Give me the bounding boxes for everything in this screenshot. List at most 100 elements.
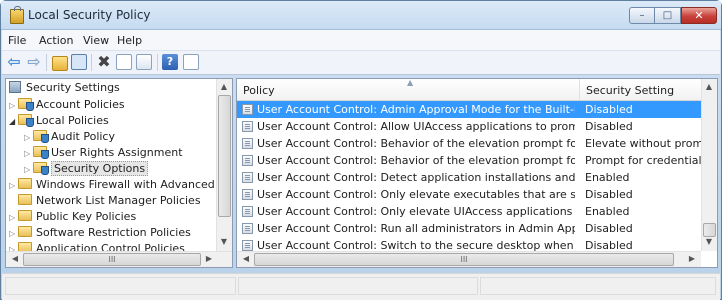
policy-name: User Account Control: Behavior of the el… — [257, 137, 575, 150]
policy-name: User Account Control: Behavior of the el… — [257, 154, 575, 167]
tree-horizontal-scroll-thumb[interactable]: III — [23, 253, 201, 266]
tree-item-network-list-manager[interactable]: Network List Manager Policies — [9, 194, 201, 210]
list-vertical-scroll-thumb[interactable] — [703, 223, 716, 237]
help-icon[interactable]: ? — [162, 54, 178, 70]
expand-arrow-icon[interactable]: ▷ — [9, 229, 18, 238]
column-header-policy[interactable]: Policy ▲ — [237, 79, 580, 101]
policy-name: User Account Control: Only elevate execu… — [257, 188, 575, 201]
maximize-button[interactable]: □ — [655, 7, 681, 24]
tree-item-account-policies[interactable]: ▷ Account Policies — [9, 98, 125, 114]
minimize-button[interactable]: – — [629, 7, 655, 24]
scroll-down-arrow-icon[interactable]: ▼ — [217, 237, 231, 246]
tree-item-label: Windows Firewall with Advanced S — [36, 178, 226, 191]
tree-item-label: Account Policies — [36, 98, 125, 111]
scroll-up-arrow-icon[interactable]: ▲ — [702, 82, 716, 91]
table-row[interactable]: User Account Control: Only elevate UIAcc… — [237, 203, 703, 220]
toolbar-separator — [91, 54, 92, 71]
scroll-down-arrow-icon[interactable]: ▼ — [702, 237, 716, 246]
close-button[interactable]: ✕ — [681, 7, 717, 24]
column-header-security-setting[interactable]: Security Setting — [580, 79, 702, 101]
scroll-right-arrow-icon[interactable]: ▶ — [202, 254, 216, 263]
back-arrow-icon[interactable]: ⇦ — [6, 54, 22, 70]
menu-help[interactable]: Help — [117, 34, 142, 47]
expand-arrow-icon[interactable]: ▷ — [9, 213, 18, 222]
table-row[interactable]: User Account Control: Run all administra… — [237, 220, 703, 237]
policy-icon — [242, 240, 253, 251]
expand-arrow-icon[interactable]: ▷ — [24, 149, 33, 158]
table-row[interactable]: User Account Control: Only elevate execu… — [237, 186, 703, 203]
show-tree-icon[interactable] — [71, 54, 87, 70]
status-segment — [238, 277, 478, 295]
policy-name: User Account Control: Admin Approval Mod… — [257, 103, 575, 116]
policy-list-pane[interactable]: Policy ▲ Security Setting User Account C… — [236, 78, 718, 268]
tree-root-label: Security Settings — [26, 81, 120, 94]
folder-icon — [18, 210, 32, 221]
toolbar: ⇦ ⇨ ✖ ? — [2, 50, 720, 75]
folder-icon — [18, 178, 32, 189]
toolbar-separator — [46, 54, 47, 71]
status-segment — [5, 277, 236, 295]
policy-name: User Account Control: Run all administra… — [257, 222, 575, 235]
expand-arrow-icon[interactable]: ▷ — [24, 165, 33, 174]
expand-arrow-icon[interactable]: ▷ — [24, 133, 33, 142]
tree-item-local-policies[interactable]: ◢ Local Policies — [9, 114, 109, 130]
up-folder-icon[interactable] — [52, 56, 68, 71]
tree-item-public-key-policies[interactable]: ▷ Public Key Policies — [9, 210, 136, 226]
table-row[interactable]: User Account Control: Allow UIAccess app… — [237, 118, 703, 135]
tree-item-user-rights-assignment[interactable]: ▷ User Rights Assignment — [24, 146, 183, 162]
policy-name: User Account Control: Detect application… — [257, 171, 575, 184]
tree-vertical-scrollbar[interactable]: ▲ ▼ — [216, 79, 232, 251]
main-window: Local Security Policy – □ ✕ File Action … — [0, 0, 722, 300]
tree-root[interactable]: Security Settings — [9, 81, 120, 97]
toolbar-separator — [157, 54, 158, 71]
security-policy-app-icon — [10, 6, 24, 24]
tree-item-label: Audit Policy — [51, 130, 115, 143]
tree-vertical-scroll-thumb[interactable] — [218, 95, 231, 217]
view-icon[interactable] — [183, 54, 199, 70]
policy-setting: Prompt for credentials — [585, 154, 701, 167]
menu-action[interactable]: Action — [39, 34, 73, 47]
tree-item-label: Local Policies — [36, 114, 109, 127]
policy-setting: Enabled — [585, 171, 630, 184]
list-horizontal-scrollbar[interactable]: ◀ III ▶ — [237, 251, 701, 267]
properties-icon[interactable] — [116, 54, 132, 70]
tree-item-windows-firewall[interactable]: ▷ Windows Firewall with Advanced S — [9, 178, 225, 194]
scroll-left-arrow-icon[interactable]: ◀ — [8, 254, 22, 263]
policy-icon — [242, 121, 253, 132]
list-horizontal-scroll-thumb[interactable]: III — [254, 253, 674, 266]
export-list-icon[interactable] — [136, 54, 152, 70]
scroll-up-arrow-icon[interactable]: ▲ — [217, 82, 231, 91]
policy-icon — [242, 206, 253, 217]
menu-file[interactable]: File — [8, 34, 26, 47]
tree-item-label: User Rights Assignment — [51, 146, 183, 159]
list-vertical-scrollbar[interactable]: ▲ ▼ — [701, 79, 717, 251]
delete-icon[interactable]: ✖ — [96, 54, 112, 70]
forward-arrow-icon[interactable]: ⇨ — [26, 54, 42, 70]
expand-arrow-icon[interactable]: ▷ — [9, 181, 18, 190]
menu-view[interactable]: View — [83, 34, 109, 47]
policy-folder-icon — [33, 146, 49, 159]
policy-folder-icon — [33, 162, 49, 175]
title-bar[interactable]: Local Security Policy – □ ✕ — [1, 1, 721, 30]
policy-setting: Disabled — [585, 222, 633, 235]
tree-horizontal-scrollbar[interactable]: ◀ III ▶ — [6, 251, 232, 267]
scroll-left-arrow-icon[interactable]: ◀ — [239, 254, 253, 263]
policy-icon — [242, 189, 253, 200]
security-settings-icon — [9, 81, 21, 93]
table-row[interactable]: User Account Control: Admin Approval Mod… — [237, 101, 703, 118]
expand-arrow-icon[interactable]: ▷ — [9, 101, 18, 110]
table-row[interactable]: User Account Control: Detect application… — [237, 169, 703, 186]
policy-folder-icon — [18, 114, 34, 127]
table-row[interactable]: User Account Control: Behavior of the el… — [237, 135, 703, 152]
console-tree-pane[interactable]: Security Settings ▷ Account Policies ◢ Loc… — [5, 78, 233, 268]
policy-icon — [242, 138, 253, 149]
policy-icon — [242, 155, 253, 166]
menu-bar: File Action View Help — [2, 30, 720, 50]
table-row[interactable]: User Account Control: Behavior of the el… — [237, 152, 703, 169]
scroll-right-arrow-icon[interactable]: ▶ — [685, 254, 699, 263]
column-header-policy-label: Policy — [243, 84, 275, 97]
tree-item-security-options[interactable]: ▷ Security Options — [24, 161, 149, 178]
tree-item-audit-policy[interactable]: ▷ Audit Policy — [24, 130, 115, 146]
tree-item-software-restriction[interactable]: ▷ Software Restriction Policies — [9, 226, 191, 242]
collapse-arrow-icon[interactable]: ◢ — [9, 117, 18, 126]
